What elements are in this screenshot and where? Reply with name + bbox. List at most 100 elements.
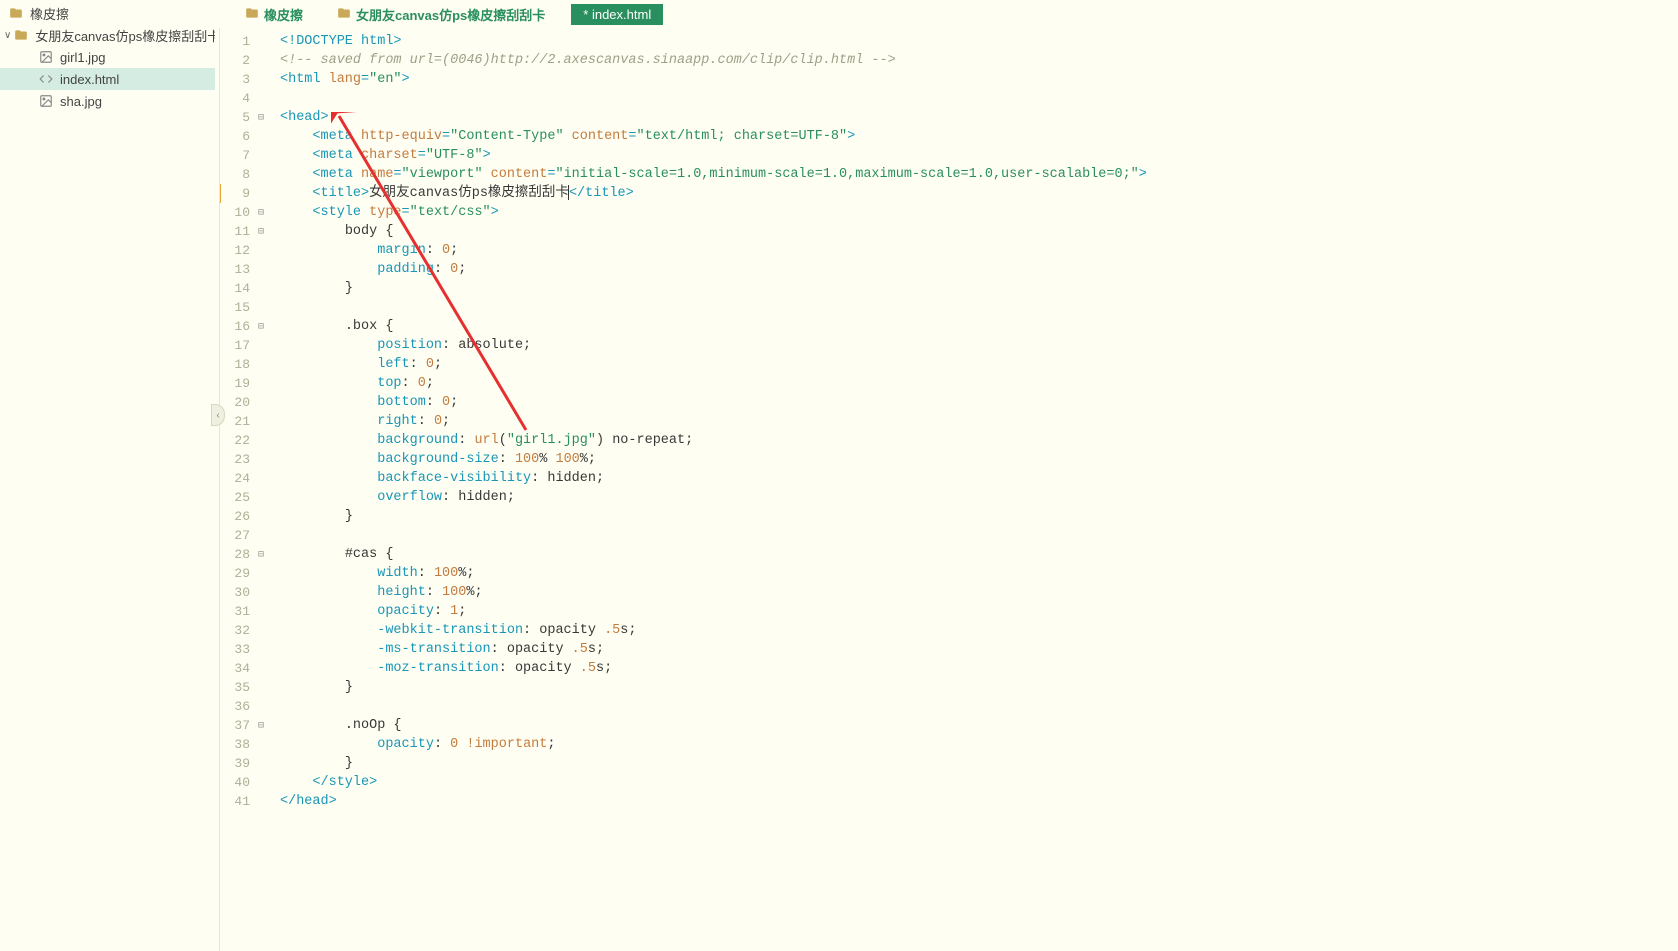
fold-toggle	[258, 355, 272, 374]
line-number: 24	[220, 469, 250, 488]
fold-toggle	[258, 621, 272, 640]
line-number: 7	[220, 146, 250, 165]
fold-toggle	[258, 488, 272, 507]
line-number: 37	[220, 716, 250, 735]
code-line[interactable]: <title>女朋友canvas仿ps橡皮擦刮刮卡</title>	[280, 184, 1670, 203]
line-number: 34	[220, 659, 250, 678]
file-girl1[interactable]: girl1.jpg	[0, 46, 215, 68]
fold-toggle	[258, 146, 272, 165]
code-line[interactable]: top: 0;	[280, 374, 1670, 393]
line-number: 30	[220, 583, 250, 602]
line-number: 26	[220, 507, 250, 526]
code-line[interactable]: <meta name="viewport" content="initial-s…	[280, 165, 1670, 184]
fold-toggle	[258, 431, 272, 450]
fold-toggle	[258, 165, 272, 184]
fold-column[interactable]: ⊟⊟⊟⊟⊟⊟	[258, 28, 272, 951]
fold-toggle	[258, 260, 272, 279]
code-line[interactable]: background: url("girl1.jpg") no-repeat;	[280, 431, 1670, 450]
folder-project[interactable]: ∨女朋友canvas仿ps橡皮擦刮刮卡	[0, 24, 215, 46]
chevron-down-icon: ∨	[4, 30, 11, 41]
breadcrumb-label: 橡皮擦	[264, 5, 303, 24]
code-line[interactable]: .box {	[280, 317, 1670, 336]
line-number: 25	[220, 488, 250, 507]
code-line[interactable]: }	[280, 678, 1670, 697]
code-line[interactable]: padding: 0;	[280, 260, 1670, 279]
code-line[interactable]: .noOp {	[280, 716, 1670, 735]
code-line[interactable]: <!DOCTYPE html>	[280, 32, 1670, 51]
code-line[interactable]: overflow: hidden;	[280, 488, 1670, 507]
folder-root[interactable]: 橡皮擦	[0, 2, 215, 24]
fold-toggle[interactable]: ⊟	[258, 545, 272, 564]
file-sha[interactable]: sha.jpg	[0, 90, 215, 112]
code-content[interactable]: <!DOCTYPE html><!-- saved from url=(0046…	[272, 28, 1678, 951]
breadcrumb-tabs: 橡皮擦 女朋友canvas仿ps橡皮擦刮刮卡 * index.html	[215, 0, 1678, 28]
line-number: 13	[220, 260, 250, 279]
fold-toggle	[258, 393, 272, 412]
code-line[interactable]: </style>	[280, 773, 1670, 792]
folder-icon	[13, 27, 29, 43]
code-line[interactable]: <style type="text/css">	[280, 203, 1670, 222]
code-line[interactable]: margin: 0;	[280, 241, 1670, 260]
code-line[interactable]: <!-- saved from url=(0046)http://2.axesc…	[280, 51, 1670, 70]
code-line[interactable]	[280, 526, 1670, 545]
line-number: 38	[220, 735, 250, 754]
code-line[interactable]: opacity: 0 !important;	[280, 735, 1670, 754]
code-line[interactable]: </head>	[280, 792, 1670, 811]
file-index[interactable]: index.html	[0, 68, 215, 90]
line-number: 6	[220, 127, 250, 146]
code-line[interactable]: #cas {	[280, 545, 1670, 564]
fold-toggle	[258, 792, 272, 811]
fold-toggle	[258, 184, 272, 203]
code-line[interactable]: bottom: 0;	[280, 393, 1670, 412]
code-line[interactable]: }	[280, 507, 1670, 526]
line-number: 14	[220, 279, 250, 298]
code-line[interactable]: }	[280, 754, 1670, 773]
fold-toggle[interactable]: ⊟	[258, 317, 272, 336]
line-number: 31	[220, 602, 250, 621]
code-line[interactable]	[280, 697, 1670, 716]
code-line[interactable]: -moz-transition: opacity .5s;	[280, 659, 1670, 678]
code-line[interactable]: background-size: 100% 100%;	[280, 450, 1670, 469]
line-number: 35	[220, 678, 250, 697]
tab-active[interactable]: * index.html	[571, 4, 663, 25]
code-line[interactable]: <html lang="en">	[280, 70, 1670, 89]
line-number: 41	[220, 792, 250, 811]
code-line[interactable]	[280, 89, 1670, 108]
line-number: 40	[220, 773, 250, 792]
tree-item-label: 橡皮擦	[30, 4, 69, 23]
fold-toggle[interactable]: ⊟	[258, 108, 272, 127]
code-line[interactable]: <meta http-equiv="Content-Type" content=…	[280, 127, 1670, 146]
code-editor[interactable]: 1234567891011121314151617181920212223242…	[219, 28, 1678, 951]
fold-toggle[interactable]: ⊟	[258, 203, 272, 222]
line-number: 3	[220, 70, 250, 89]
code-line[interactable]: backface-visibility: hidden;	[280, 469, 1670, 488]
line-number: 28	[220, 545, 250, 564]
fold-toggle[interactable]: ⊟	[258, 222, 272, 241]
code-line[interactable]: }	[280, 279, 1670, 298]
tree-item-label: index.html	[60, 72, 119, 87]
breadcrumb-label: 女朋友canvas仿ps橡皮擦刮刮卡	[356, 5, 545, 24]
code-line[interactable]: opacity: 1;	[280, 602, 1670, 621]
code-line[interactable]: body {	[280, 222, 1670, 241]
line-number: 10	[220, 203, 250, 222]
code-line[interactable]: -ms-transition: opacity .5s;	[280, 640, 1670, 659]
breadcrumb-item[interactable]: 女朋友canvas仿ps橡皮擦刮刮卡	[329, 3, 553, 26]
breadcrumb-item[interactable]: 橡皮擦	[237, 3, 311, 26]
code-line[interactable]: position: absolute;	[280, 336, 1670, 355]
code-line[interactable]: -webkit-transition: opacity .5s;	[280, 621, 1670, 640]
fold-toggle[interactable]: ⊟	[258, 716, 272, 735]
fold-toggle	[258, 602, 272, 621]
code-line[interactable]: left: 0;	[280, 355, 1670, 374]
code-line[interactable]: width: 100%;	[280, 564, 1670, 583]
fold-toggle	[258, 526, 272, 545]
line-number: 22	[220, 431, 250, 450]
code-line[interactable]: <meta charset="UTF-8">	[280, 146, 1670, 165]
line-number: 12	[220, 241, 250, 260]
code-line[interactable]: <head>	[280, 108, 1670, 127]
code-line[interactable]: right: 0;	[280, 412, 1670, 431]
fold-toggle	[258, 298, 272, 317]
fold-toggle	[258, 583, 272, 602]
code-line[interactable]	[280, 298, 1670, 317]
code-line[interactable]: height: 100%;	[280, 583, 1670, 602]
line-number: 11	[220, 222, 250, 241]
